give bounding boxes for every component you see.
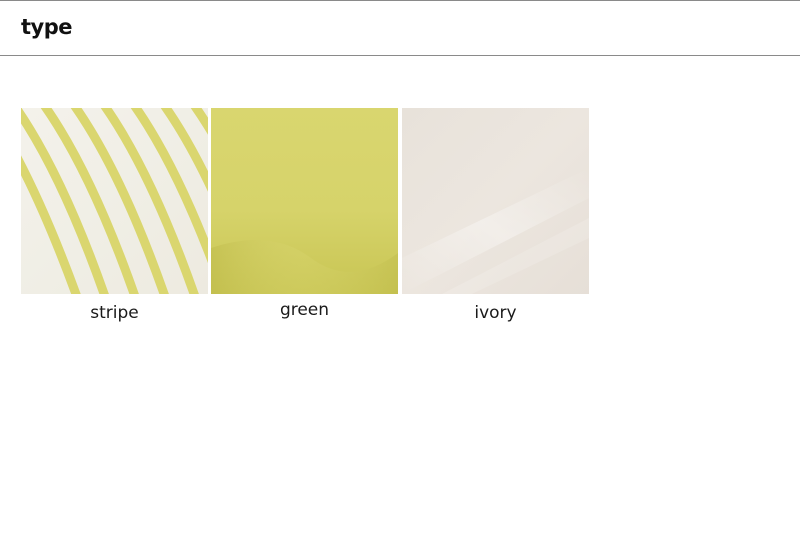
ivory-label: ivory bbox=[474, 303, 517, 323]
section-title: type bbox=[21, 15, 73, 39]
stripe-swatch-image[interactable] bbox=[21, 108, 208, 294]
stripe-label: stripe bbox=[90, 303, 139, 323]
ivory-fabric-icon bbox=[402, 108, 589, 294]
green-label: green bbox=[279, 300, 330, 320]
green-fabric-icon bbox=[211, 108, 398, 294]
stripe-fabric-icon bbox=[21, 108, 208, 294]
green-swatch-image[interactable] bbox=[211, 108, 398, 294]
section-header: type bbox=[0, 0, 800, 56]
ivory-swatch-image[interactable] bbox=[402, 108, 589, 294]
